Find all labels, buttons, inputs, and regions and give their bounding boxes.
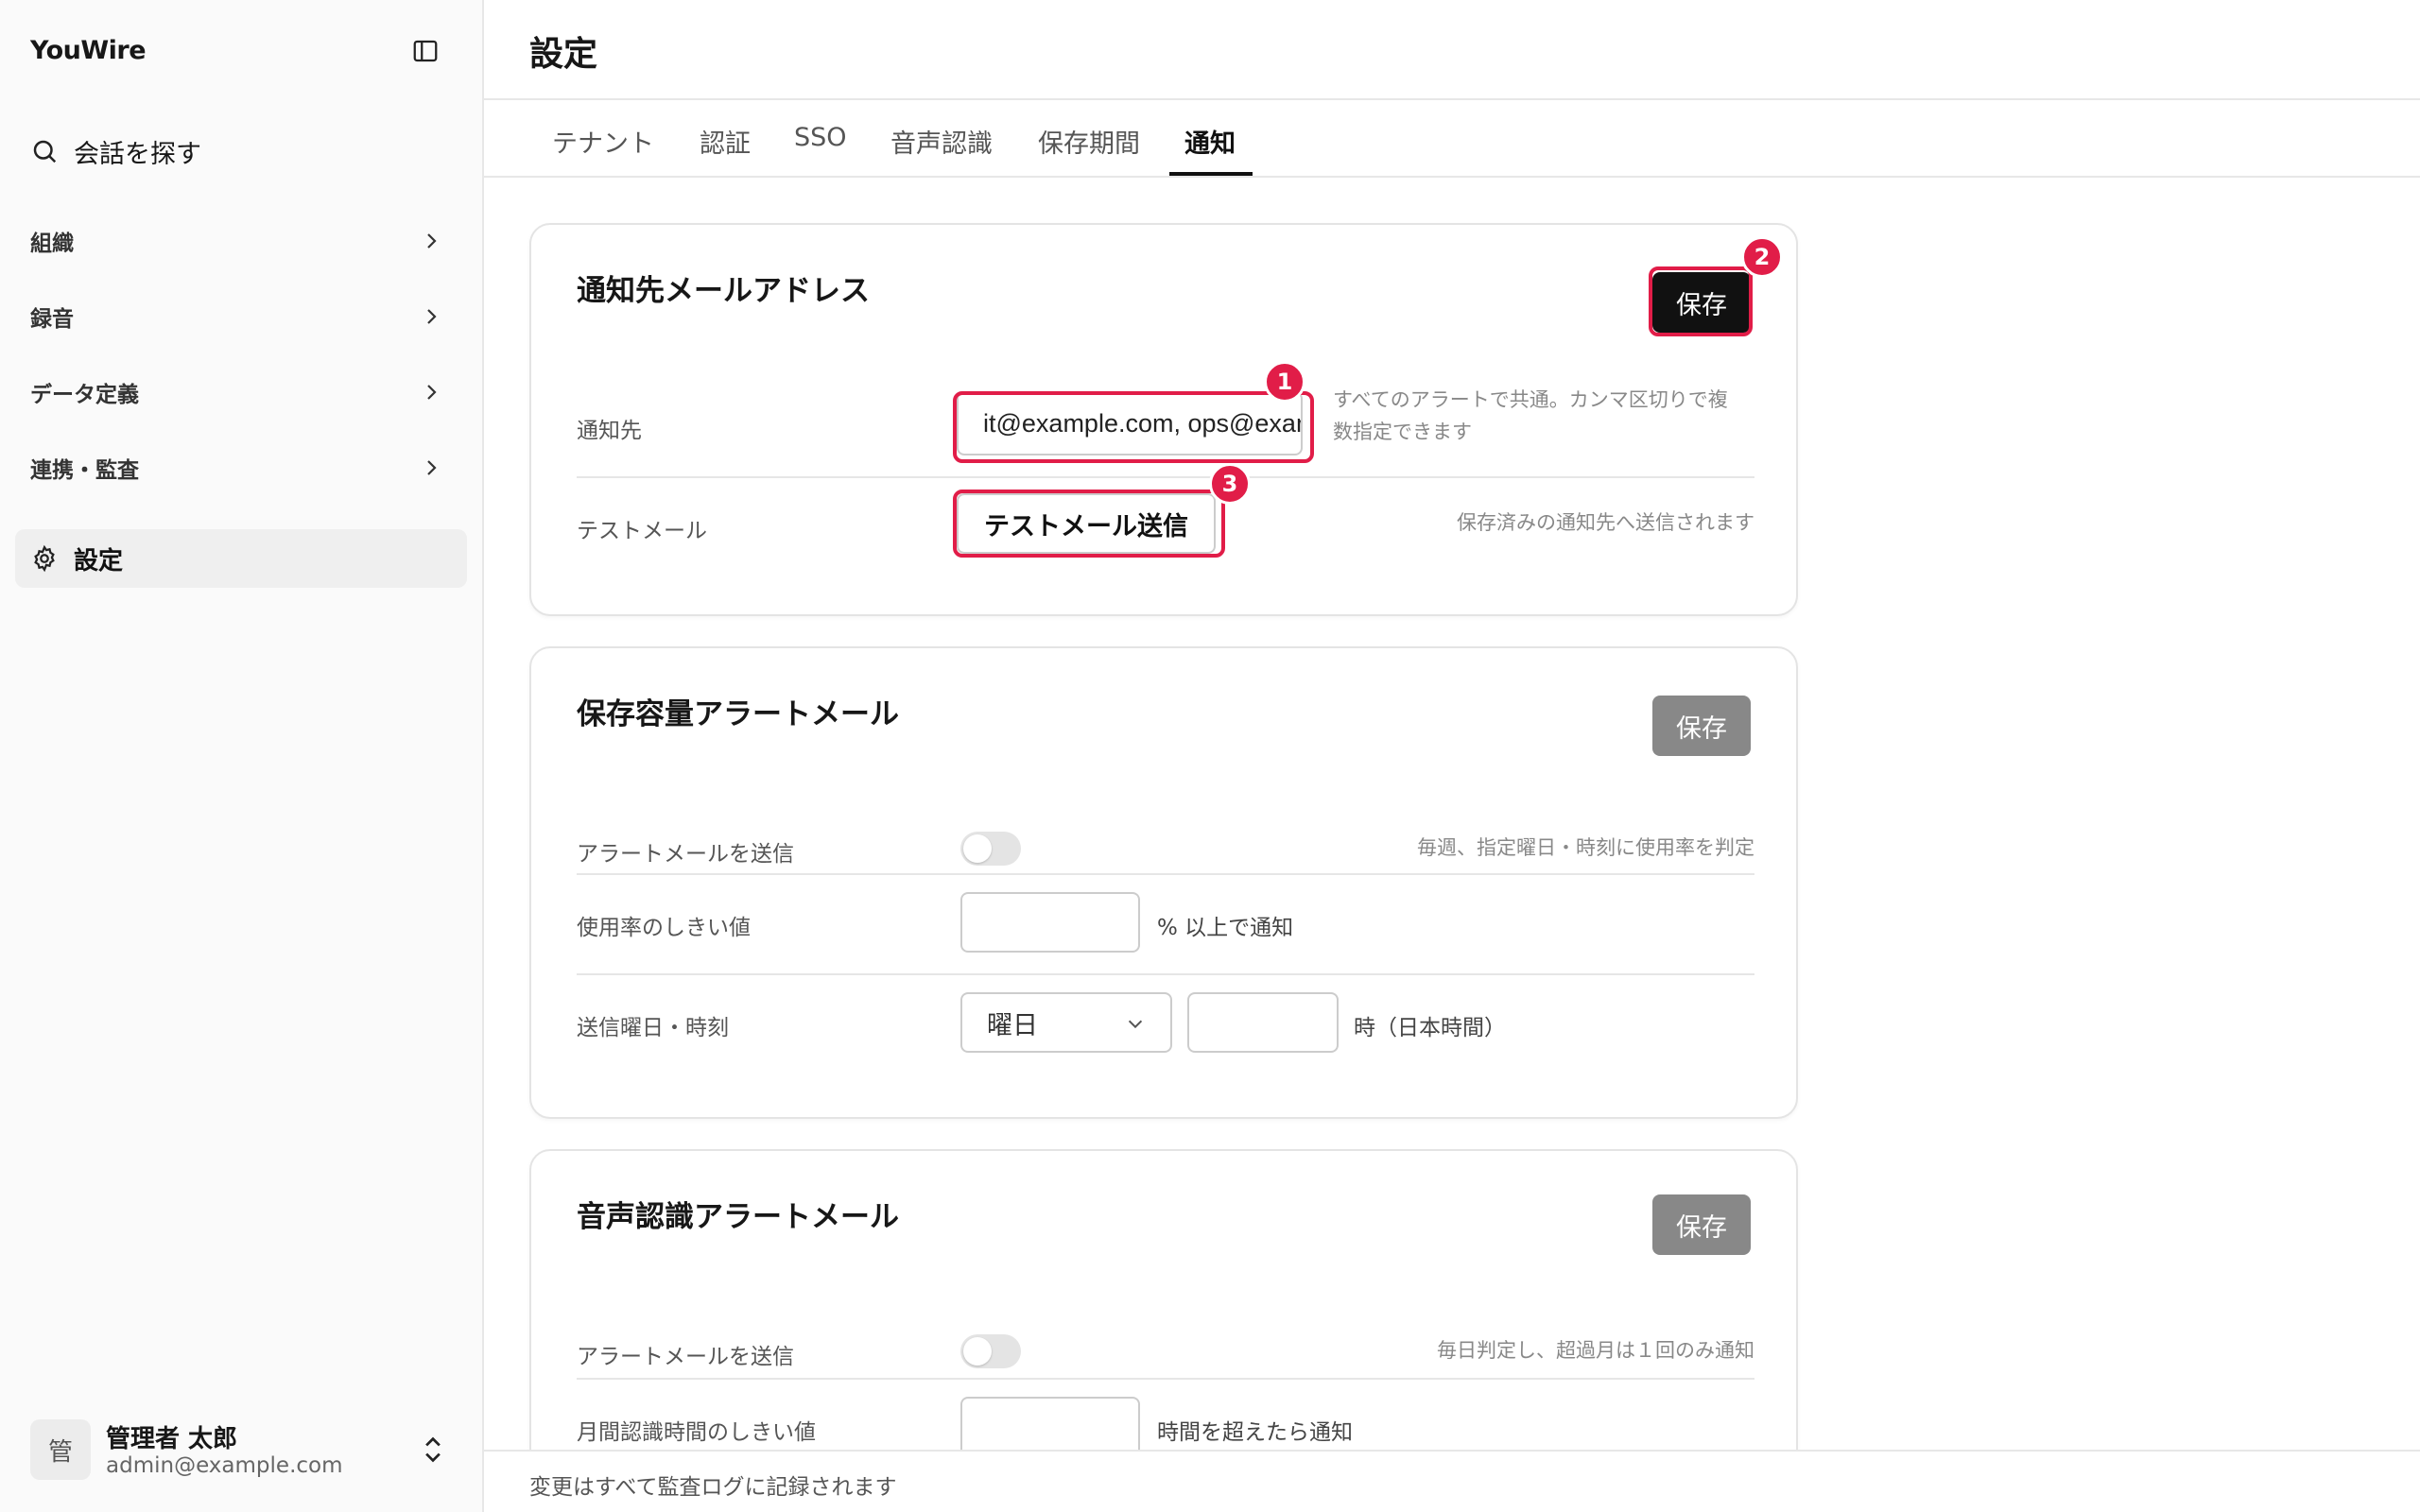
chevron-right-icon [427,233,437,249]
search-label: 会話を探す [74,139,201,169]
usage-threshold-input[interactable] [960,892,1140,953]
tab-auth[interactable]: 認証 [700,123,751,160]
sidebar-item-label: 連携・監査 [30,458,139,483]
app-logo: YouWire [30,36,147,65]
chevron-updown-icon [425,1436,441,1463]
annotation-badge-3: 3 [1209,463,1251,505]
tab-notification[interactable]: 通知 [1184,123,1236,160]
sidebar-item-label: データ定義 [30,383,139,407]
search-conversations[interactable]: 会話を探す [30,132,201,170]
card-title: 通知先メールアドレス [577,274,870,308]
card-title: 音声認識アラートメール [577,1200,899,1234]
chevron-right-icon [427,309,437,324]
tab-retention[interactable]: 保存期間 [1038,123,1140,160]
recipient-email-input[interactable]: it@example.com, ops@example.com [957,391,1303,455]
schedule-row: 送信曜日・時刻 曜日 時（日本時間） [577,992,1754,1070]
test-mail-row: テストメール テストメール送信 保存済みの通知先へ送信されます [577,490,1754,575]
row-divider [577,873,1754,875]
row-divider [577,1378,1754,1380]
user-email: admin@example.com [106,1453,343,1478]
recipient-label: 通知先 [577,419,642,443]
footer: 変更はすべて監査ログに記録されます [484,1450,2420,1512]
send-alert-toggle[interactable] [960,1334,1021,1368]
sidebar-item-settings[interactable]: 設定 [15,529,467,588]
send-alert-row: アラートメールを送信 毎日判定し、超過月は１回のみ通知 [577,1317,1754,1383]
tab-tenant[interactable]: テナント [552,123,654,160]
settings-tabs: テナント 認証 SSO 音声認識 保存期間 通知 [484,100,2420,178]
tab-sso[interactable]: SSO [794,123,847,152]
hour-input[interactable] [1187,992,1339,1053]
send-test-mail-button[interactable]: テストメール送信 [957,493,1216,554]
speech-recognition-alert-card: 音声認識アラートメール 保存 アラートメールを送信 毎日判定し、超過月は１回のみ… [529,1149,1798,1489]
send-alert-hint: 毎週、指定曜日・時刻に使用率を判定 [1417,836,1754,859]
recipient-hint: すべてのアラートで共通。カンマ区切りで複 数指定できます [1333,388,1728,443]
threshold-row: 使用率のしきい値 % 以上で通知 [577,892,1754,970]
active-tab-indicator [1169,172,1253,176]
chevron-right-icon [427,460,437,475]
page-title: 設定 [529,35,598,74]
row-divider [577,476,1754,478]
monthly-threshold-suffix: 時間を超えたら通知 [1157,1420,1353,1445]
save-button[interactable]: 保存 [1652,272,1751,333]
weekday-select[interactable]: 曜日 [960,992,1172,1053]
save-button[interactable]: 保存 [1652,696,1751,756]
sidebar-item-organization[interactable]: 組織 [15,212,467,270]
user-menu[interactable]: 管 管理者 太郎 admin@example.com [30,1419,456,1480]
avatar: 管 [30,1419,91,1480]
sidebar-toggle-icon[interactable] [411,37,440,65]
send-alert-label: アラートメールを送信 [577,1345,794,1369]
user-name: 管理者 太郎 [106,1425,238,1453]
threshold-suffix: % 以上で通知 [1157,916,1294,940]
chevron-down-icon [1128,1020,1143,1029]
send-alert-row: アラートメールを送信 毎週、指定曜日・時刻に使用率を判定 [577,815,1754,881]
annotation-badge-2: 2 [1741,236,1783,278]
sidebar-item-data-definition[interactable]: データ定義 [15,363,467,421]
sidebar: YouWire 会話を探す 組織 録音 データ定義 連携・監査 設定 管 管理者… [0,0,484,1512]
main-content: 設定 テナント 認証 SSO 音声認識 保存期間 通知 通知先メールアドレス 保… [484,0,2420,1512]
test-mail-hint: 保存済みの通知先へ送信されます [1457,511,1754,534]
recipient-row: 通知先 it@example.com, ops@example.com すべての… [577,388,1754,474]
test-mail-label: テストメール [577,519,707,543]
monthly-threshold-label: 月間認識時間のしきい値 [577,1420,816,1445]
save-button[interactable]: 保存 [1652,1194,1751,1255]
sidebar-item-label: 設定 [74,546,124,576]
notification-recipients-card: 通知先メールアドレス 保存 通知先 it@example.com, ops@ex… [529,223,1798,616]
card-title: 保存容量アラートメール [577,697,899,731]
schedule-label: 送信曜日・時刻 [577,1016,729,1040]
threshold-label: 使用率のしきい値 [577,916,751,940]
hour-suffix: 時（日本時間） [1354,1016,1506,1040]
tab-speech-recognition[interactable]: 音声認識 [890,123,993,160]
monthly-threshold-input[interactable] [960,1397,1140,1457]
chevron-right-icon [427,385,437,400]
sidebar-item-label: 組織 [30,232,74,256]
storage-alert-card: 保存容量アラートメール 保存 アラートメールを送信 毎週、指定曜日・時刻に使用率… [529,646,1798,1119]
footer-text: 変更はすべて監査ログに記録されます [529,1475,897,1500]
search-icon [33,140,57,163]
annotation-badge-1: 1 [1264,361,1305,403]
row-divider [577,973,1754,975]
send-alert-hint: 毎日判定し、超過月は１回のみ通知 [1437,1339,1754,1362]
gear-icon [34,544,55,573]
sidebar-item-label: 録音 [30,307,74,332]
sidebar-item-integration-audit[interactable]: 連携・監査 [15,438,467,497]
send-alert-label: アラートメールを送信 [577,842,794,867]
send-alert-toggle[interactable] [960,832,1021,866]
weekday-selected-value: 曜日 [987,1010,1038,1040]
sidebar-item-recording[interactable]: 録音 [15,287,467,346]
